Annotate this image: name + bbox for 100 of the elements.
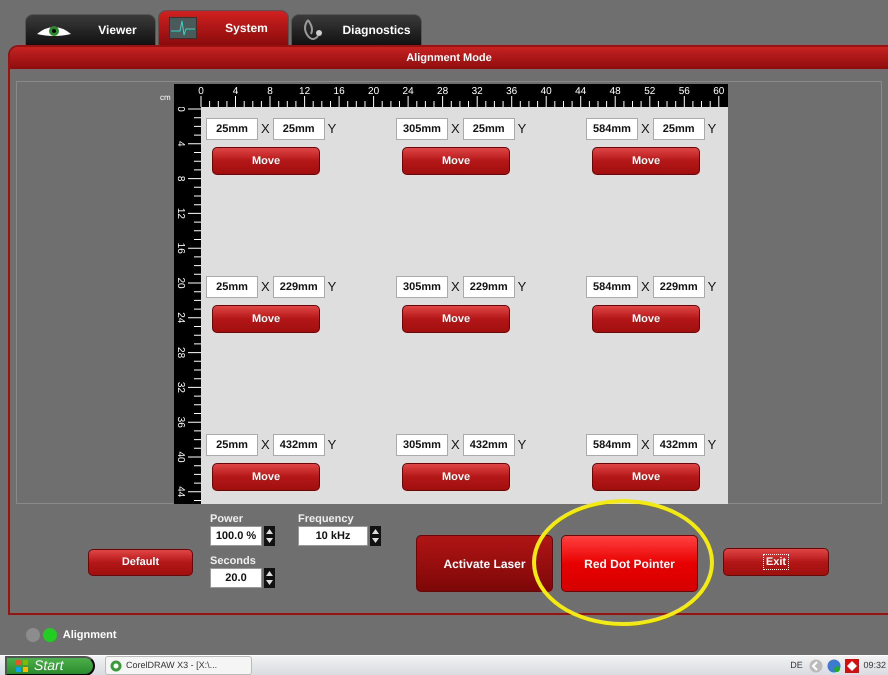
taskbar-button[interactable]: CorelDRAW X3 - [X:\...	[105, 656, 252, 675]
tab[interactable]: Diagnostics	[291, 14, 422, 45]
axis-label: X	[451, 436, 460, 454]
ruler-label: 44	[175, 486, 186, 498]
ruler-label: 4	[175, 141, 186, 147]
ruler-label: 4	[232, 86, 238, 97]
ruler-label: 20	[175, 277, 186, 289]
spin-buttons[interactable]	[264, 526, 275, 546]
axis-label: Y	[328, 278, 336, 296]
spin-buttons[interactable]	[370, 526, 381, 546]
action-button[interactable]: Red Dot Pointer	[561, 535, 698, 592]
move-button[interactable]: Move	[592, 147, 700, 175]
axis-label: X	[641, 120, 650, 138]
ruler-label: 40	[175, 451, 186, 463]
axis-label: X	[451, 120, 460, 138]
ruler-label: 8	[267, 86, 273, 97]
x-field[interactable]: 25mm	[206, 276, 258, 298]
ruler-label: 0	[175, 107, 186, 112]
axis-label: Y	[518, 120, 526, 138]
y-field[interactable]: 25mm	[272, 118, 325, 140]
frequency-field[interactable]: 10 kHz	[298, 526, 368, 546]
axis-label: X	[451, 278, 460, 296]
axis-label: X	[261, 278, 270, 296]
ruler-label: 32	[472, 86, 483, 97]
ruler-unit: cm	[160, 92, 172, 104]
axis-label: X	[261, 120, 270, 138]
ruler-label: 12	[175, 208, 186, 219]
ruler-label: 28	[437, 86, 448, 97]
action-button[interactable]: Activate Laser	[416, 535, 553, 592]
ruler-label: 60	[713, 86, 724, 97]
axis-label: Y	[328, 436, 336, 454]
ruler-label: 52	[644, 86, 656, 97]
x-field[interactable]: 305mm	[396, 118, 448, 140]
axis-label: Y	[708, 278, 716, 296]
axis-label: X	[641, 436, 650, 454]
axis-label: Y	[328, 120, 336, 138]
ruler-label: 44	[575, 86, 586, 97]
stethoscope-icon	[302, 18, 324, 42]
status-label: Alignment	[62, 628, 117, 643]
field-label: Frequency	[298, 513, 355, 526]
axis-label: X	[641, 278, 650, 296]
x-field[interactable]: 584mm	[586, 118, 638, 140]
ruler-label: 12	[299, 86, 310, 97]
ruler-label: 56	[678, 86, 690, 97]
move-button[interactable]: Move	[212, 305, 320, 333]
ruler-label: 20	[368, 86, 380, 97]
y-field[interactable]: 25mm	[652, 118, 705, 140]
ruler-label: 32	[175, 382, 186, 393]
y-field[interactable]: 229mm	[462, 276, 515, 298]
move-button[interactable]: Move	[212, 147, 320, 175]
tab[interactable]: Viewer	[25, 14, 156, 45]
move-button[interactable]: Move	[592, 463, 700, 491]
default-button[interactable]: Default	[88, 549, 193, 576]
axis-label: Y	[708, 436, 716, 454]
network-icon	[827, 658, 842, 672]
ruler-label: 28	[175, 347, 186, 358]
field-label: Power	[210, 513, 244, 526]
ruler-label: 0	[198, 86, 204, 97]
x-field[interactable]: 25mm	[206, 118, 258, 140]
axis-label: X	[261, 436, 270, 454]
power-field[interactable]: 100.0 %	[210, 526, 262, 546]
move-button[interactable]: Move	[592, 305, 700, 333]
ruler-label: 48	[610, 86, 621, 97]
ruler-label: 36	[506, 86, 518, 97]
app-icon	[110, 660, 122, 672]
y-field[interactable]: 25mm	[462, 118, 515, 140]
move-button[interactable]: Move	[212, 463, 320, 491]
ruler-label: 40	[540, 86, 552, 97]
exit-button[interactable]: Exit	[723, 548, 829, 576]
field-label: Seconds	[210, 555, 257, 568]
shield-icon	[845, 658, 860, 672]
x-field[interactable]: 305mm	[396, 434, 448, 456]
ruler-label: 8	[175, 176, 186, 182]
axis-label: Y	[518, 436, 526, 454]
ruler-label: 16	[175, 242, 186, 254]
ruler-label: 36	[175, 416, 186, 428]
move-button[interactable]: Move	[402, 463, 510, 491]
spin-buttons[interactable]	[264, 568, 275, 588]
ruler-label: 24	[402, 86, 414, 97]
move-button[interactable]: Move	[402, 147, 510, 175]
y-field[interactable]: 229mm	[272, 276, 325, 298]
y-field[interactable]: 432mm	[462, 434, 515, 456]
axis-label: Y	[708, 120, 716, 138]
move-button[interactable]: Move	[402, 305, 510, 333]
axis-label: Y	[518, 278, 526, 296]
seconds-field[interactable]: 20.0	[210, 568, 262, 588]
clock: 09:32	[863, 658, 886, 672]
ruler-label: 24	[175, 312, 186, 324]
x-field[interactable]: 584mm	[586, 276, 638, 298]
y-field[interactable]: 229mm	[652, 276, 705, 298]
x-field[interactable]: 305mm	[396, 276, 448, 298]
tab[interactable]: System	[158, 10, 289, 45]
y-field[interactable]: 432mm	[272, 434, 325, 456]
x-field[interactable]: 584mm	[586, 434, 638, 456]
language-indicator[interactable]: DE	[790, 658, 803, 672]
pulse-icon	[169, 17, 197, 39]
ruler-label: 16	[334, 86, 345, 97]
x-field[interactable]: 25mm	[206, 434, 258, 456]
panel-title: Alignment Mode	[10, 47, 888, 69]
y-field[interactable]: 432mm	[652, 434, 705, 456]
